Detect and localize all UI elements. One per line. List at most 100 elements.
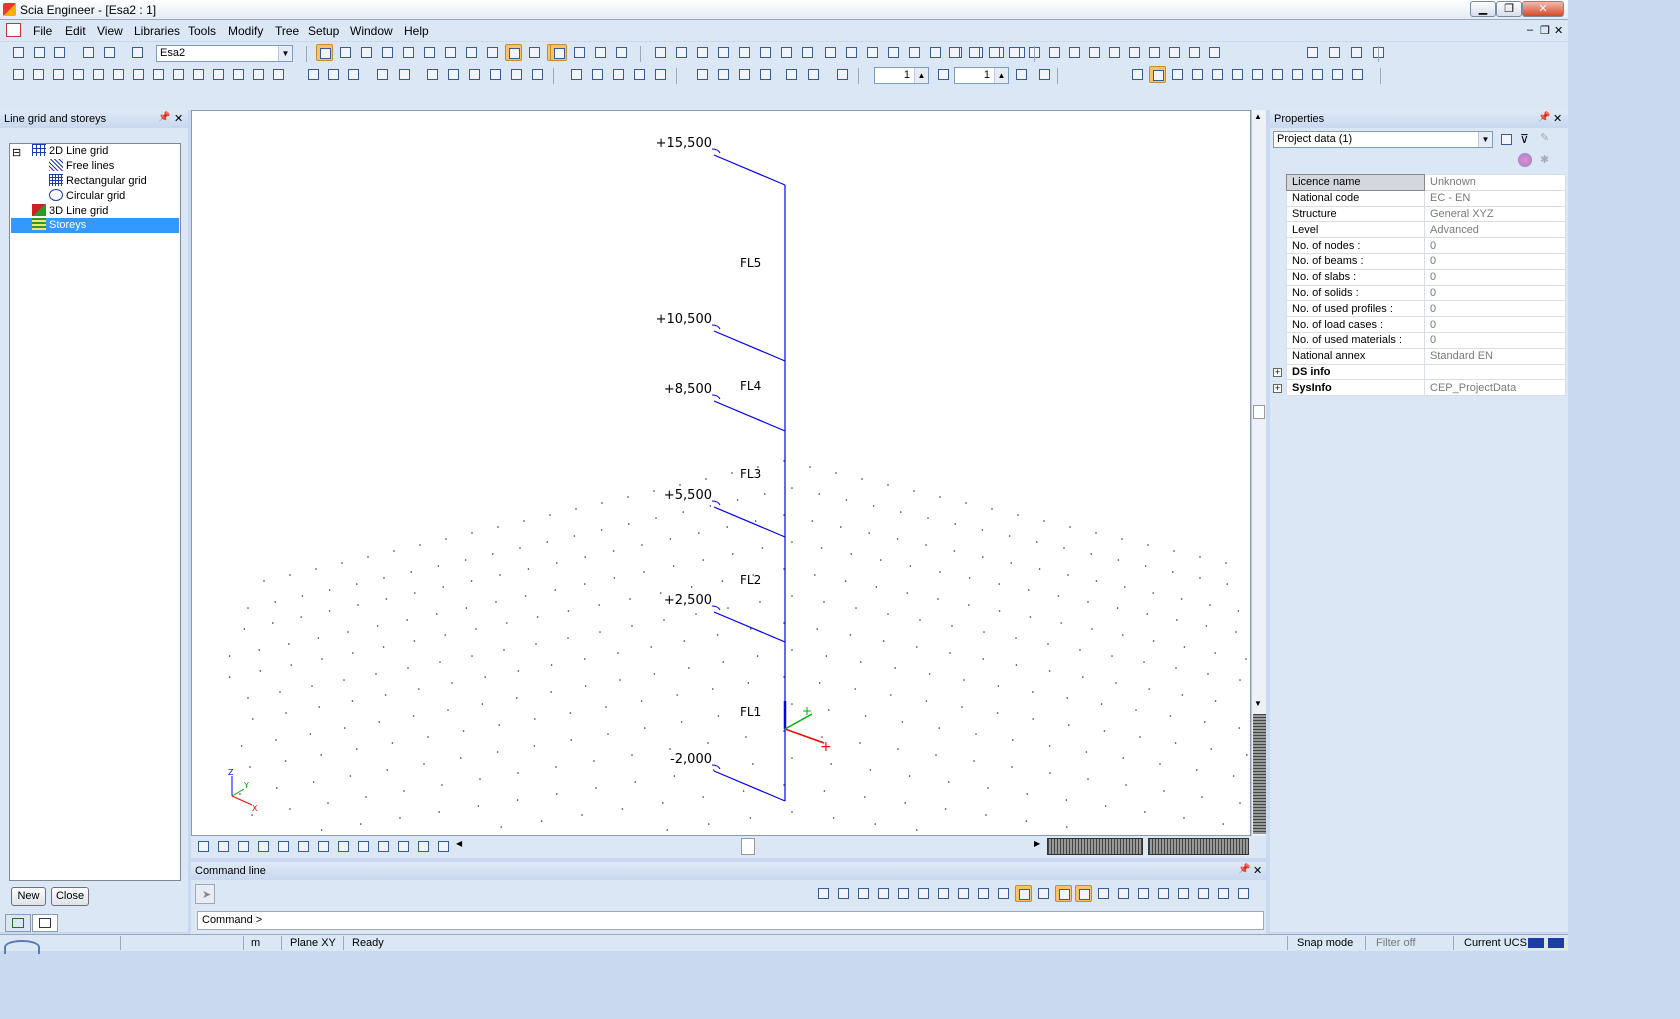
toolbar-button[interactable] xyxy=(255,838,272,855)
pin-icon[interactable]: 📌 xyxy=(1538,112,1550,123)
pin-icon[interactable]: 📌 xyxy=(1238,864,1250,875)
spin-input-1[interactable]: 1 ▲ xyxy=(874,67,929,84)
toolbar-button[interactable] xyxy=(396,66,413,83)
toolbar-button[interactable] xyxy=(325,66,342,83)
close-icon[interactable]: ✕ xyxy=(174,112,183,125)
current-ucs-button[interactable]: Current UCS xyxy=(1464,937,1527,949)
toolbar-button[interactable] xyxy=(855,885,872,902)
scroll-right-icon[interactable]: ▶ xyxy=(1034,839,1040,848)
toolbar-button[interactable] xyxy=(90,66,107,83)
tree-item-rectangular-grid[interactable]: Rectangular grid xyxy=(49,174,147,189)
level-line[interactable] xyxy=(713,611,786,643)
tree-item-2d-line-grid[interactable]: 2D Line grid xyxy=(32,144,108,159)
level-line[interactable] xyxy=(713,506,786,538)
action-icon[interactable]: ✱ xyxy=(1540,153,1554,167)
toolbar-button[interactable] xyxy=(834,66,851,83)
toolbar-button[interactable] xyxy=(1326,44,1343,61)
toolbar-button[interactable] xyxy=(694,66,711,83)
toolbar-button[interactable] xyxy=(895,885,912,902)
doc-minimize-button[interactable]: – xyxy=(1527,24,1533,36)
tree-item-storeys[interactable]: Storeys xyxy=(11,218,179,233)
toolbar-button[interactable] xyxy=(1186,44,1203,61)
toolbar-button[interactable] xyxy=(757,44,774,61)
property-row[interactable]: No. of slabs :0 xyxy=(1286,268,1566,286)
menu-edit[interactable]: Edit xyxy=(65,24,86,38)
toolbar-button[interactable] xyxy=(130,66,147,83)
toolbar-button[interactable] xyxy=(316,44,333,61)
toolbar-button[interactable] xyxy=(487,66,504,83)
toolbar-button[interactable] xyxy=(835,885,852,902)
toolbar-button[interactable] xyxy=(1269,66,1286,83)
toolbar-button[interactable] xyxy=(1169,66,1186,83)
level-line[interactable] xyxy=(713,154,786,186)
toolbar-button[interactable] xyxy=(1035,885,1052,902)
level-line[interactable] xyxy=(713,400,786,432)
spin-input-2[interactable]: 1 ▲ xyxy=(954,67,1009,84)
toolbar-button[interactable] xyxy=(783,66,800,83)
structure-drawing[interactable]: +15,500 +10,500 +8,500 +5,500 +2,500 -2,000 FL… xyxy=(192,111,1252,837)
toolbar-button[interactable] xyxy=(1115,885,1132,902)
toolbar-button[interactable] xyxy=(345,66,362,83)
close-window-button[interactable]: ✕ xyxy=(1522,1,1564,17)
level-line[interactable] xyxy=(713,770,786,802)
toolbar-button[interactable] xyxy=(1166,44,1183,61)
toolbar-button[interactable] xyxy=(1349,66,1366,83)
property-row[interactable]: No. of load cases :0 xyxy=(1286,316,1566,333)
command-input[interactable]: Command > xyxy=(197,911,1264,930)
toolbar-button[interactable] xyxy=(673,44,690,61)
toolbar-button[interactable] xyxy=(51,44,68,61)
menu-window[interactable]: Window xyxy=(350,24,393,38)
chevron-down-icon[interactable]: ▼ xyxy=(1478,132,1492,147)
property-row[interactable]: Level Advanced xyxy=(1286,221,1566,239)
toolbar-button[interactable] xyxy=(885,44,902,61)
toolbar-button[interactable] xyxy=(374,66,391,83)
toolbar-button[interactable] xyxy=(170,66,187,83)
toolbar-button[interactable] xyxy=(150,66,167,83)
toolbar-button[interactable] xyxy=(1036,66,1053,83)
toolbar-button[interactable] xyxy=(715,44,732,61)
toolbar-button[interactable] xyxy=(275,838,292,855)
toolbar-button[interactable] xyxy=(815,885,832,902)
toolbar-button[interactable] xyxy=(736,44,753,61)
toolbar-button[interactable] xyxy=(975,885,992,902)
toolbar-button[interactable] xyxy=(442,44,459,61)
scroll-thumb[interactable] xyxy=(1253,405,1265,419)
zoom-bar-2[interactable] xyxy=(1148,838,1249,855)
toolbar-button[interactable] xyxy=(1015,885,1032,902)
toolbar-button[interactable] xyxy=(30,66,47,83)
property-row[interactable]: No. of beams :0 xyxy=(1286,252,1566,270)
doc-restore-button[interactable]: ❐ xyxy=(1540,24,1550,37)
property-row[interactable]: Licence name Unknown xyxy=(1286,174,1566,191)
toolbar-button[interactable] xyxy=(215,838,232,855)
toolbar-button[interactable] xyxy=(508,66,525,83)
toolbar-button[interactable] xyxy=(250,66,267,83)
toolbar-button[interactable] xyxy=(270,66,287,83)
toolbar-button[interactable] xyxy=(335,838,352,855)
toolbar-button[interactable] xyxy=(190,66,207,83)
toolbar-button[interactable] xyxy=(1249,66,1266,83)
tree-expander[interactable]: ⊟ xyxy=(12,146,21,161)
toolbar-button[interactable] xyxy=(445,66,462,83)
toolbar-button[interactable] xyxy=(337,44,354,61)
properties-selector[interactable]: Project data (1) ▼ xyxy=(1273,131,1493,148)
scroll-up-icon[interactable]: ▲ xyxy=(1254,112,1262,121)
toolbar-button[interactable] xyxy=(1309,66,1326,83)
toolbar-button[interactable] xyxy=(986,44,1003,61)
toolbar-button[interactable] xyxy=(70,66,87,83)
spin-arrows-icon[interactable]: ▲ xyxy=(914,68,928,83)
toolbar-button[interactable] xyxy=(305,66,322,83)
menu-help[interactable]: Help xyxy=(404,24,429,38)
toolbar-button[interactable] xyxy=(694,44,711,61)
toolbar-button[interactable] xyxy=(1235,885,1252,902)
property-row[interactable]: No. of nodes :0 xyxy=(1286,237,1566,254)
toolbar-button[interactable] xyxy=(195,838,212,855)
chevron-down-icon[interactable]: ▼ xyxy=(278,46,292,61)
toolbar-button[interactable] xyxy=(799,44,816,61)
menu-setup[interactable]: Setup xyxy=(308,24,339,38)
toolbar-button[interactable] xyxy=(1129,66,1146,83)
zoom-bar-1[interactable] xyxy=(1047,838,1143,855)
close-icon[interactable]: ✕ xyxy=(1553,112,1562,125)
toolbar-button[interactable] xyxy=(1126,44,1143,61)
toolbar-button[interactable] xyxy=(80,44,97,61)
toolbar-button[interactable] xyxy=(568,66,585,83)
